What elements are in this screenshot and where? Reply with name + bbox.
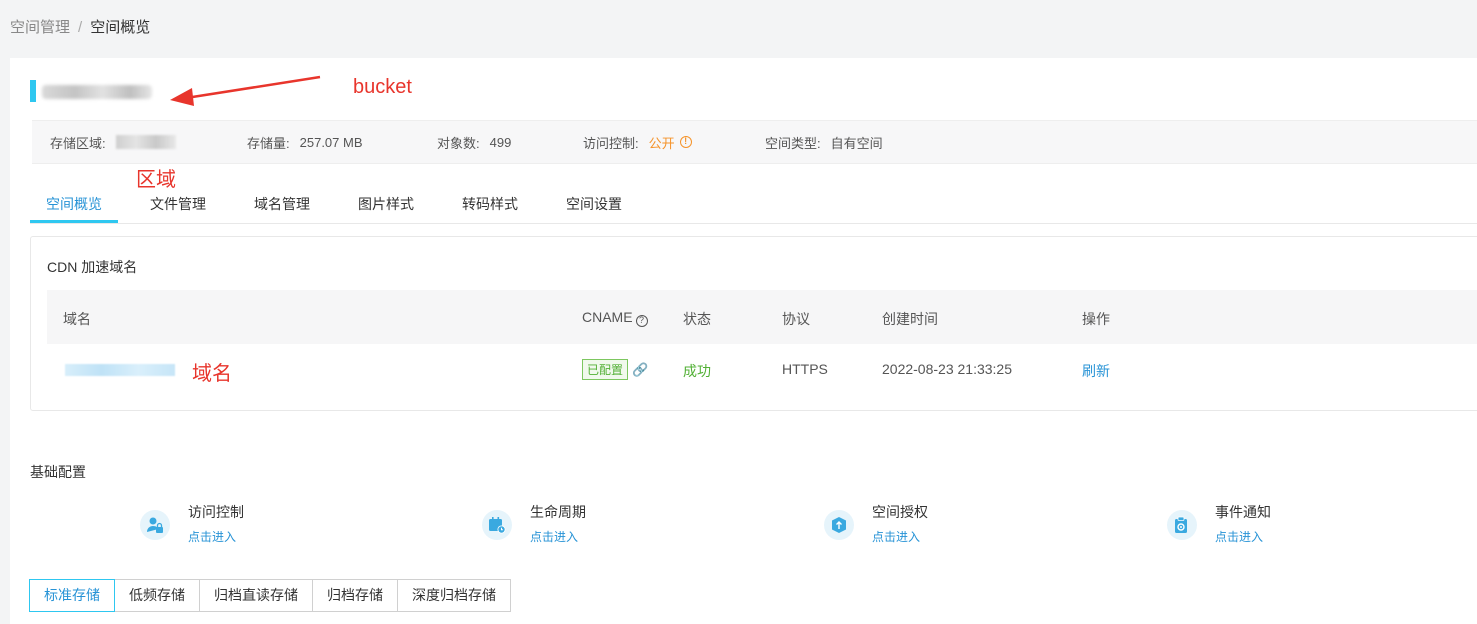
tab-image-styles[interactable]: 图片样式 bbox=[358, 194, 414, 214]
created-time-value: 2022-08-23 21:33:25 bbox=[882, 361, 1012, 377]
bucket-card: bucket 存储区域: 存储量: 257.07 MB 对象数: 499 访问控… bbox=[10, 58, 1477, 624]
storage-class-archive-direct[interactable]: 归档直读存储 bbox=[199, 579, 313, 612]
table-header: 域名 CNAME? 状态 协议 创建时间 操作 bbox=[47, 290, 1477, 344]
box-upload-icon bbox=[824, 510, 854, 540]
access-label: 访问控制: bbox=[583, 135, 639, 151]
info-type: 空间类型: 自有空间 bbox=[765, 133, 883, 152]
status-value: 成功 bbox=[683, 363, 711, 379]
tab-overview[interactable]: 空间概览 bbox=[46, 194, 102, 214]
calendar-clock-icon bbox=[482, 510, 512, 540]
cdn-title: CDN 加速域名 bbox=[47, 259, 138, 275]
warning-icon[interactable]: ! bbox=[679, 136, 692, 148]
feature-name: 访问控制 bbox=[188, 504, 244, 520]
header-domain: 域名 bbox=[63, 311, 91, 327]
annotation-bucket: bucket bbox=[353, 76, 412, 98]
header-action: 操作 bbox=[1082, 311, 1110, 327]
link-icon[interactable]: 🔗 bbox=[632, 362, 648, 377]
enter-link[interactable]: 点击进入 bbox=[1215, 528, 1263, 545]
basic-config-title: 基础配置 bbox=[30, 464, 86, 480]
tab-domains[interactable]: 域名管理 bbox=[254, 194, 310, 214]
active-tab-indicator bbox=[30, 220, 118, 223]
access-value: 公开 bbox=[648, 135, 675, 151]
info-region: 存储区域: bbox=[50, 133, 176, 152]
info-access: 访问控制: 公开 ! bbox=[583, 133, 692, 152]
storage-class-infrequent[interactable]: 低频存储 bbox=[114, 579, 200, 612]
cname-status-badge: 已配置 bbox=[582, 359, 629, 380]
annotation-domain: 域名 bbox=[192, 363, 232, 385]
feature-name: 事件通知 bbox=[1215, 504, 1271, 520]
title-accent-bar bbox=[30, 80, 36, 102]
storage-class-selector: 标准存储 低频存储 归档直读存储 归档存储 深度归档存储 bbox=[29, 579, 511, 612]
storage-class-standard[interactable]: 标准存储 bbox=[29, 579, 115, 612]
header-created: 创建时间 bbox=[882, 311, 938, 327]
annotation-arrow-icon bbox=[170, 75, 321, 106]
breadcrumb-separator: / bbox=[78, 19, 83, 36]
help-icon[interactable]: ? bbox=[635, 315, 648, 327]
bucket-name-redacted bbox=[42, 85, 152, 99]
enter-link[interactable]: 点击进入 bbox=[872, 528, 920, 545]
bucket-info-row: 存储区域: 存储量: 257.07 MB 对象数: 499 访问控制: 公开 !… bbox=[32, 120, 1477, 164]
user-lock-icon bbox=[140, 510, 170, 540]
storage-value: 257.07 MB bbox=[299, 134, 363, 150]
domain-value-redacted[interactable] bbox=[65, 364, 175, 376]
type-label: 空间类型: bbox=[765, 135, 821, 151]
objects-value: 499 bbox=[489, 134, 512, 150]
clipboard-gear-icon bbox=[1167, 510, 1197, 540]
protocol-value: HTTPS bbox=[782, 361, 828, 377]
cdn-domain-panel: CDN 加速域名 域名 CNAME? 状态 协议 创建时间 操作 域名 已配置 🔗… bbox=[30, 236, 1477, 411]
region-label: 存储区域: bbox=[50, 135, 106, 151]
objects-label: 对象数: bbox=[437, 135, 480, 151]
feature-name: 空间授权 bbox=[872, 504, 928, 520]
info-objects: 对象数: 499 bbox=[437, 133, 511, 152]
tab-settings[interactable]: 空间设置 bbox=[566, 194, 622, 214]
refresh-link[interactable]: 刷新 bbox=[1082, 361, 1110, 381]
header-status: 状态 bbox=[683, 311, 711, 327]
enter-link[interactable]: 点击进入 bbox=[530, 528, 578, 545]
storage-label: 存储量: bbox=[247, 135, 290, 151]
tab-bar: 空间概览 文件管理 域名管理 图片样式 转码样式 空间设置 bbox=[30, 182, 1477, 224]
storage-class-archive[interactable]: 归档存储 bbox=[312, 579, 398, 612]
tab-transcode-styles[interactable]: 转码样式 bbox=[462, 194, 518, 214]
storage-class-deep-archive[interactable]: 深度归档存储 bbox=[397, 579, 511, 612]
info-storage: 存储量: 257.07 MB bbox=[247, 133, 363, 152]
cname-cell: 已配置 🔗 bbox=[582, 359, 648, 380]
header-protocol: 协议 bbox=[782, 311, 810, 327]
table-row: 域名 已配置 🔗 成功 HTTPS 2022-08-23 21:33:25 刷新 bbox=[47, 344, 1477, 400]
region-value-redacted bbox=[115, 135, 176, 149]
header-cname-label: CNAME bbox=[582, 309, 633, 325]
enter-link[interactable]: 点击进入 bbox=[188, 528, 236, 545]
tab-files[interactable]: 文件管理 bbox=[150, 194, 206, 214]
breadcrumb-parent[interactable]: 空间管理 bbox=[10, 19, 70, 36]
breadcrumb: 空间管理 / 空间概览 bbox=[10, 16, 150, 37]
breadcrumb-current: 空间概览 bbox=[90, 19, 151, 36]
type-value: 自有空间 bbox=[830, 135, 883, 151]
feature-name: 生命周期 bbox=[530, 504, 586, 520]
header-cname: CNAME? bbox=[582, 309, 648, 327]
